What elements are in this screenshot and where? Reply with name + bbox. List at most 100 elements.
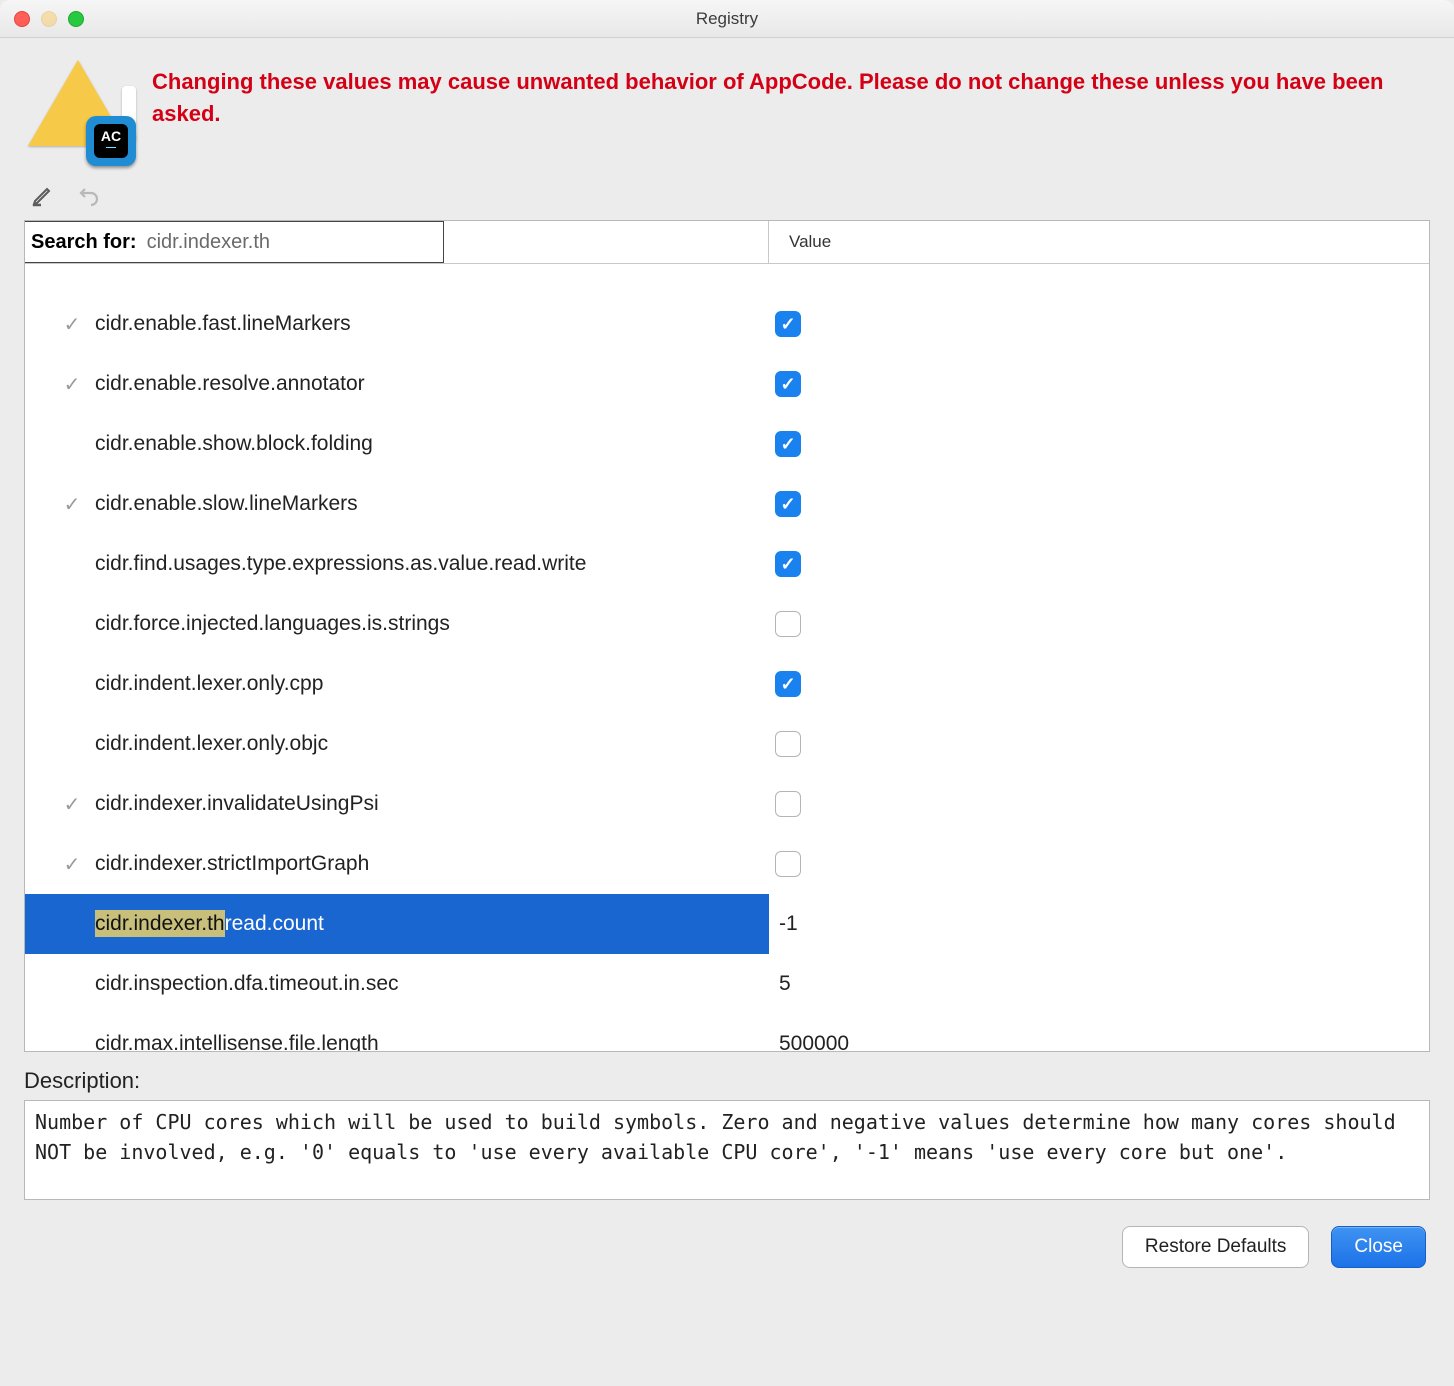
description-section: Description: Number of CPU cores which w… [24,1068,1430,1200]
table-row[interactable]: cidr.enable.show.block.folding [25,414,1429,474]
key-text: cidr.indexer.thread.count [95,912,324,936]
description-text: Number of CPU cores which will be used t… [24,1100,1430,1200]
dialog-buttons: Restore Defaults Close [0,1200,1454,1296]
table-row[interactable]: cidr.indent.lexer.only.objc [25,714,1429,774]
key-cell[interactable]: cidr.indexer.thread.count [25,894,769,954]
description-label: Description: [24,1068,1430,1094]
edit-icon[interactable] [30,182,56,208]
warning-text: Changing these values may cause unwanted… [152,56,1428,130]
table-row[interactable]: cidr.enable.slow.lineMarkers [25,474,1429,534]
key-text: cidr.indexer.strictImportGraph [95,852,369,876]
value-checkbox[interactable] [775,851,801,877]
value-checkbox[interactable] [775,611,801,637]
table-row[interactable]: cidr.enable.resolve.annotator [25,354,1429,414]
traffic-lights [14,11,84,27]
key-text: cidr.inspection.dfa.timeout.in.sec [95,972,399,996]
key-text: cidr.enable.fast.lineMarkers [95,312,351,336]
modified-marker-icon [59,492,85,517]
registry-window: Registry AC — Changing these values may … [0,0,1454,1386]
value-cell[interactable] [769,264,1429,266]
key-cell[interactable]: cidr.inspection.dfa.timeout.in.sec [25,954,769,1014]
key-text: cidr.indent.lexer.only.objc [95,732,328,756]
value-cell[interactable] [769,714,1429,774]
value-cell[interactable] [769,534,1429,594]
key-text: cidr.find.usages.type.expressions.as.val… [95,552,586,576]
table-row[interactable]: cidr.find.usages.type.expressions.as.val… [25,534,1429,594]
table-body[interactable]: cidr.enable.error.annotator cidr.enable.f… [25,264,1429,1051]
modified-marker-icon [59,792,85,817]
value-cell[interactable]: -1 [769,894,1429,954]
search-label: Search for: [31,231,137,254]
key-cell[interactable]: cidr.indent.lexer.only.objc [25,714,769,774]
key-cell[interactable]: cidr.indexer.strictImportGraph [25,834,769,894]
value-cell[interactable] [769,654,1429,714]
key-cell[interactable]: cidr.enable.show.block.folding [25,414,769,474]
value-cell[interactable] [769,594,1429,654]
table-row[interactable]: cidr.enable.fast.lineMarkers [25,294,1429,354]
warning-icon: AC — [26,56,136,166]
value-cell[interactable] [769,294,1429,354]
value-cell[interactable]: 500000 [769,1014,1429,1051]
value-checkbox[interactable] [775,671,801,697]
undo-icon[interactable] [76,182,102,208]
value-cell[interactable] [769,354,1429,414]
table-header: Search for: Value [25,221,1429,264]
window-title: Registry [14,9,1440,29]
warning-panel: AC — Changing these values may cause unw… [0,38,1454,174]
appcode-badge-text: AC [101,129,121,143]
value-checkbox[interactable] [775,431,801,457]
table-row[interactable]: cidr.max.intellisense.file.length 500000 [25,1014,1429,1051]
key-cell[interactable]: cidr.enable.resolve.annotator [25,354,769,414]
table-row[interactable]: cidr.inspection.dfa.timeout.in.sec 5 [25,954,1429,1014]
value-checkbox[interactable] [775,551,801,577]
key-cell[interactable]: cidr.force.injected.languages.is.strings [25,594,769,654]
key-cell[interactable]: cidr.indexer.invalidateUsingPsi [25,774,769,834]
table-row[interactable]: cidr.indexer.thread.count -1 [25,894,1429,954]
value-cell[interactable]: 5 [769,954,1429,1014]
close-button[interactable]: Close [1331,1226,1426,1268]
appcode-badge-icon: AC — [86,116,136,166]
key-column-header: Search for: [25,221,769,263]
table-row[interactable]: cidr.indexer.invalidateUsingPsi [25,774,1429,834]
key-text: cidr.enable.resolve.annotator [95,372,365,396]
value-checkbox[interactable] [775,731,801,757]
value-cell[interactable] [769,834,1429,894]
key-text: cidr.force.injected.languages.is.strings [95,612,450,636]
table-row[interactable]: cidr.enable.error.annotator [25,264,1429,294]
value-cell[interactable] [769,474,1429,534]
modified-marker-icon [59,312,85,337]
value-column-header: Value [769,221,831,263]
modified-marker-icon [59,372,85,397]
restore-defaults-button[interactable]: Restore Defaults [1122,1226,1310,1268]
value-cell[interactable] [769,774,1429,834]
key-cell[interactable]: cidr.enable.error.annotator [25,264,769,266]
modified-marker-icon [59,852,85,877]
key-cell[interactable]: cidr.enable.slow.lineMarkers [25,474,769,534]
value-cell[interactable] [769,414,1429,474]
key-text: cidr.indexer.invalidateUsingPsi [95,792,379,816]
key-text: cidr.indent.lexer.only.cpp [95,672,323,696]
key-text: cidr.max.intellisense.file.length [95,1032,379,1051]
table-row[interactable]: cidr.indent.lexer.only.cpp [25,654,1429,714]
value-checkbox[interactable] [775,491,801,517]
table-row[interactable]: cidr.force.injected.languages.is.strings [25,594,1429,654]
value-checkbox[interactable] [775,791,801,817]
value-checkbox[interactable] [775,371,801,397]
key-text: cidr.enable.slow.lineMarkers [95,492,358,516]
key-text: cidr.enable.show.block.folding [95,432,373,456]
key-cell[interactable]: cidr.enable.fast.lineMarkers [25,294,769,354]
key-cell[interactable]: cidr.find.usages.type.expressions.as.val… [25,534,769,594]
table-row[interactable]: cidr.indexer.strictImportGraph [25,834,1429,894]
value-text[interactable]: 5 [775,972,791,996]
window-close-button[interactable] [14,11,30,27]
window-zoom-button[interactable] [68,11,84,27]
toolbar [0,174,1454,220]
key-cell[interactable]: cidr.max.intellisense.file.length [25,1014,769,1051]
window-minimize-button[interactable] [41,11,57,27]
search-box[interactable]: Search for: [24,221,444,263]
key-cell[interactable]: cidr.indent.lexer.only.cpp [25,654,769,714]
value-checkbox[interactable] [775,311,801,337]
value-text[interactable]: 500000 [775,1032,849,1051]
value-text[interactable]: -1 [775,912,798,936]
search-input[interactable] [147,231,387,254]
